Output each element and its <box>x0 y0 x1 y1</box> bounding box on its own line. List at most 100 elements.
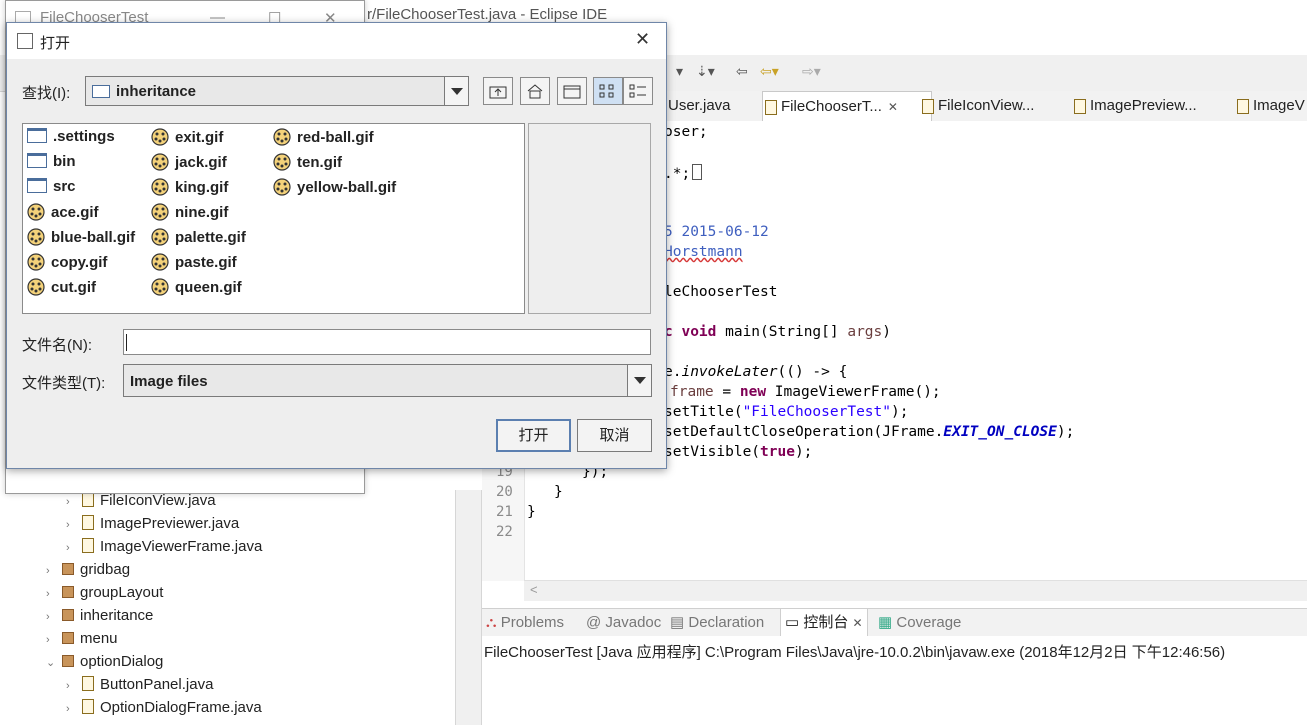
new-folder-button[interactable] <box>557 77 587 105</box>
next-annotation-icon[interactable]: ⇣▾ <box>696 63 715 80</box>
last-edit-icon[interactable]: ⇦ <box>736 63 748 80</box>
dropdown-arrow-icon[interactable]: ▾ <box>676 63 683 80</box>
tab-problems[interactable]: ⛬ Problems <box>486 609 564 637</box>
new-folder-icon <box>563 85 581 99</box>
code-line: } <box>554 484 563 500</box>
editor-tab-imageviewer[interactable]: ImageV <box>1235 91 1305 121</box>
file-list-item[interactable]: exit.gif <box>151 128 223 146</box>
file-list-item[interactable]: src <box>27 178 76 195</box>
file-list-item[interactable]: queen.gif <box>151 278 242 296</box>
filetype-combo[interactable]: Image files <box>123 364 652 397</box>
chevron-right-icon[interactable]: › <box>66 680 82 692</box>
tree-item[interactable]: › groupLayout <box>46 584 163 601</box>
file-list-item[interactable]: red-ball.gif <box>273 128 374 146</box>
file-list-item[interactable]: .settings <box>27 128 115 145</box>
javadoc-icon: @ <box>586 614 602 631</box>
chevron-down-icon[interactable] <box>627 365 651 396</box>
code-line: setTitle("FileChooserTest"); <box>664 404 909 420</box>
file-list-item[interactable]: ace.gif <box>27 203 99 221</box>
tree-item[interactable]: › inheritance <box>46 607 153 624</box>
scroll-left-icon[interactable]: < <box>530 582 538 597</box>
close-icon[interactable]: ✕ <box>888 100 898 114</box>
package-icon <box>62 609 74 621</box>
chevron-down-icon[interactable] <box>444 77 468 105</box>
file-list-item[interactable]: nine.gif <box>151 203 228 221</box>
file-list-item[interactable]: blue-ball.gif <box>27 228 135 246</box>
tree-item[interactable]: ⌄ optionDialog <box>46 653 163 670</box>
file-name: jack.gif <box>175 154 227 171</box>
close-icon[interactable]: ✕ <box>635 29 650 50</box>
editor-tab-imagepreviewer[interactable]: ImagePreview... <box>1072 91 1197 121</box>
file-list-item[interactable]: ten.gif <box>273 153 342 171</box>
file-name: yellow-ball.gif <box>297 179 397 196</box>
code-line: Horstmann <box>664 244 743 260</box>
tree-item[interactable]: › ButtonPanel.java <box>66 676 213 693</box>
file-list-item[interactable]: palette.gif <box>151 228 246 246</box>
tree-item[interactable]: › OptionDialogFrame.java <box>66 699 262 716</box>
dialog-titlebar <box>7 23 666 59</box>
file-list-item[interactable]: cut.gif <box>27 278 96 296</box>
code-line: .*; <box>664 164 703 182</box>
image-file-icon <box>151 178 169 196</box>
dialog-title: 打开 <box>40 35 71 52</box>
chevron-right-icon[interactable]: › <box>46 565 62 577</box>
tree-item[interactable]: › ImagePreviewer.java <box>66 515 239 532</box>
folder-icon <box>27 178 47 193</box>
tab-declaration[interactable]: ▤ Declaration <box>670 609 764 637</box>
java-file-icon <box>922 99 934 114</box>
details-view-button[interactable] <box>623 77 653 105</box>
line-number: 20 <box>496 484 513 500</box>
close-icon[interactable]: ✕ <box>853 616 863 630</box>
look-in-combo[interactable]: inheritance <box>85 76 469 106</box>
file-list-item[interactable]: copy.gif <box>27 253 107 271</box>
cancel-button[interactable]: 取消 <box>577 419 652 452</box>
tree-item[interactable]: › ImageViewerFrame.java <box>66 538 262 555</box>
tree-item[interactable]: › menu <box>46 630 118 647</box>
chevron-right-icon[interactable]: › <box>66 542 82 554</box>
image-file-icon <box>27 278 45 296</box>
horizontal-scrollbar[interactable]: < <box>524 580 1307 601</box>
editor-tab-filechoosertest[interactable]: FileChooserT... ✕ <box>762 91 932 122</box>
chevron-right-icon[interactable]: › <box>46 634 62 646</box>
tab-coverage[interactable]: ▦ Coverage <box>878 609 961 637</box>
up-one-level-button[interactable] <box>483 77 513 105</box>
filename-input[interactable] <box>123 329 651 355</box>
chevron-right-icon[interactable]: › <box>66 496 82 508</box>
tab-console[interactable]: ▭ 控制台 ✕ <box>780 609 868 637</box>
java-file-icon <box>82 538 94 553</box>
forward-icon[interactable]: ⇨▾ <box>802 63 821 80</box>
coverage-icon: ▦ <box>878 614 893 631</box>
chevron-right-icon[interactable]: › <box>66 703 82 715</box>
code-line: c void main(String[] args) <box>664 324 891 340</box>
home-button[interactable] <box>520 77 550 105</box>
file-list-item[interactable]: bin <box>27 153 76 170</box>
code-line: oser; <box>664 124 708 140</box>
back-icon[interactable]: ⇦▾ <box>760 63 779 80</box>
editor-tab-label: ImageV <box>1253 97 1305 114</box>
file-list-item[interactable]: yellow-ball.gif <box>273 178 396 196</box>
image-file-icon <box>151 253 169 271</box>
file-name: ace.gif <box>51 204 99 221</box>
open-button[interactable]: 打开 <box>496 419 571 452</box>
file-name: king.gif <box>175 179 229 196</box>
file-list-item[interactable]: jack.gif <box>151 153 227 171</box>
filetype-value: Image files <box>130 373 208 390</box>
open-file-dialog: 打开 ✕ 查找(I): inheritance .settings bin src a… <box>6 22 667 469</box>
editor-tab-fileiconview[interactable]: FileIconView... <box>920 91 1034 121</box>
chevron-right-icon[interactable]: › <box>66 519 82 531</box>
chevron-down-icon[interactable]: ⌄ <box>46 656 62 669</box>
java-icon <box>17 33 33 49</box>
file-list-item[interactable]: paste.gif <box>151 253 237 271</box>
java-file-icon <box>1237 99 1249 114</box>
file-name: queen.gif <box>175 279 242 296</box>
tree-item[interactable]: › gridbag <box>46 561 130 578</box>
list-view-button[interactable] <box>593 77 623 105</box>
sash-divider[interactable] <box>455 490 482 725</box>
tab-javadoc[interactable]: @ Javadoc <box>586 609 661 637</box>
chevron-right-icon[interactable]: › <box>46 611 62 623</box>
file-list-item[interactable]: king.gif <box>151 178 228 196</box>
tree-item[interactable]: › FileIconView.java <box>66 492 216 509</box>
package-icon <box>62 563 74 575</box>
file-list[interactable]: .settings bin src ace.gif blue-ball.gif copy.… <box>22 123 525 314</box>
chevron-right-icon[interactable]: › <box>46 588 62 600</box>
